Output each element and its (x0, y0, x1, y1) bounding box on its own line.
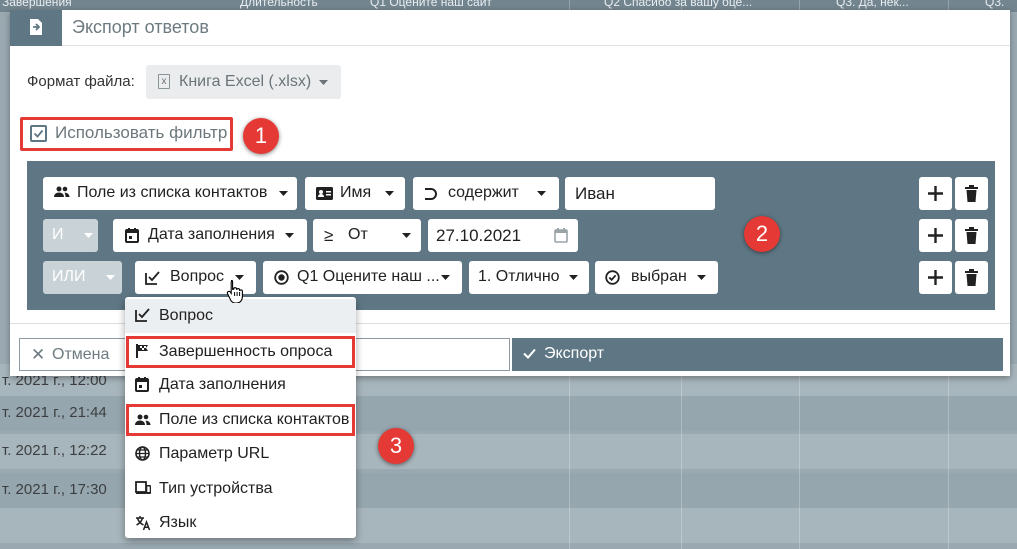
filter-operator-select[interactable]: ≥ От (313, 219, 421, 252)
filter-field-select[interactable]: Дата заполнения (113, 219, 307, 252)
dialog-header: Экспорт ответов (10, 10, 1010, 46)
filter-sub-select[interactable]: Имя (305, 177, 405, 210)
dropdown-item-url-param[interactable]: Параметр URL (125, 437, 356, 471)
filter-operator-select[interactable]: содержит (413, 177, 559, 210)
trash-icon (965, 227, 978, 244)
question-check-icon (145, 271, 160, 285)
chevron-down-icon (537, 191, 546, 196)
chevron-down-icon (385, 191, 394, 196)
header-col: Q3. (985, 0, 1005, 9)
filter-panel: Поле из списка контактов Имя содержит Ив… (27, 161, 995, 310)
dropdown-item-question[interactable]: Вопрос (125, 299, 356, 333)
delete-filter-button[interactable] (955, 261, 988, 294)
chevron-down-icon (569, 275, 578, 280)
checkbox-icon (30, 125, 47, 142)
annotation-badge-1: 1 (243, 118, 279, 154)
flag-icon (136, 344, 148, 358)
contacts-icon (54, 186, 70, 197)
header-col: Q1 Оцените наш сайт (370, 0, 492, 9)
header-col: Q3. Да, нек... (836, 0, 909, 9)
plus-icon (928, 228, 943, 243)
plus-icon (928, 186, 943, 201)
header-col: Q2 Спасибо за вашу оце... (604, 0, 753, 9)
question-check-icon (135, 308, 150, 322)
radio-icon (274, 270, 289, 285)
chevron-down-icon (402, 233, 411, 238)
field-dropdown-menu: Вопрос Завершенность опроса Дата заполне… (125, 297, 356, 538)
excel-icon: x (158, 74, 170, 89)
dropdown-item-language[interactable]: Язык (125, 506, 356, 540)
trash-icon (965, 185, 978, 202)
hand-cursor-icon (226, 279, 243, 303)
header-col: Длительность (240, 0, 318, 9)
use-filter-label: Использовать фильтр (55, 123, 228, 142)
dropdown-item-contact-field[interactable]: Поле из списка контактов (125, 403, 356, 437)
dropdown-item-fill-date[interactable]: Дата заполнения (125, 368, 356, 402)
chevron-down-icon (285, 233, 294, 238)
annotation-badge-3: 3 (378, 428, 414, 464)
dialog-title: Экспорт ответов (72, 17, 209, 37)
chevron-down-icon (441, 275, 450, 280)
check-icon (523, 348, 536, 359)
dropdown-item-device-type[interactable]: Тип устройства (125, 472, 356, 506)
format-value: Книга Excel (.xlsx) (179, 73, 312, 90)
format-label: Формат файла: (27, 73, 135, 90)
chevron-down-icon (279, 191, 288, 196)
check-circle-icon (605, 270, 620, 285)
add-filter-button[interactable] (919, 261, 952, 294)
calendar-icon (135, 377, 149, 392)
delete-filter-button[interactable] (955, 219, 988, 252)
filter-connector-select[interactable]: ИЛИ (43, 261, 122, 294)
export-button[interactable]: Экспорт (512, 338, 1003, 371)
add-filter-button[interactable] (919, 219, 952, 252)
add-filter-button[interactable] (919, 177, 952, 210)
question-select[interactable]: Q1 Оцените наш ... (263, 261, 462, 294)
answer-select[interactable]: 1. Отлично (469, 261, 589, 294)
chevron-down-icon (106, 275, 115, 280)
trash-icon (965, 269, 978, 286)
superset-icon (425, 188, 437, 200)
filter-field-select[interactable]: Поле из списка контактов (43, 177, 297, 210)
date-input[interactable]: 27.10.2021 (428, 219, 578, 252)
dropdown-item-completion[interactable]: Завершенность опроса (125, 335, 356, 369)
close-icon: ✕ (31, 345, 46, 364)
filter-value-input[interactable]: Иван (565, 177, 715, 210)
state-select[interactable]: выбран (595, 261, 718, 294)
header-col: Завершения (2, 0, 72, 9)
use-filter-checkbox[interactable]: Использовать фильтр (20, 117, 233, 151)
chevron-down-icon (319, 80, 328, 85)
contacts-icon (135, 414, 151, 425)
translate-icon (136, 516, 151, 531)
format-select[interactable]: x Книга Excel (.xlsx) (146, 65, 341, 99)
id-card-icon (316, 187, 333, 200)
globe-icon (135, 446, 150, 461)
gte-icon: ≥ (324, 226, 334, 245)
export-file-icon (10, 10, 62, 46)
annotation-badge-2: 2 (744, 216, 780, 252)
chevron-down-icon (84, 233, 93, 238)
plus-icon (928, 270, 943, 285)
devices-icon (135, 481, 151, 494)
calendar-icon (554, 228, 568, 243)
chevron-down-icon (697, 275, 706, 280)
delete-filter-button[interactable] (955, 177, 988, 210)
calendar-icon (125, 228, 139, 243)
filter-connector-select[interactable]: И (43, 219, 98, 252)
